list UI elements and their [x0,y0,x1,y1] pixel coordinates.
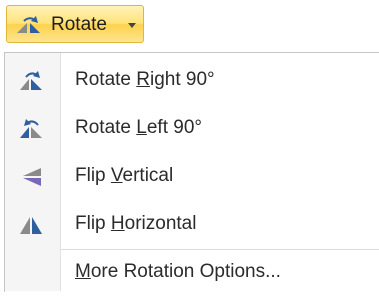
menu-item-label: More Rotation Options... [75,261,281,282]
menu-item-more-rotation-options[interactable]: More Rotation Options... [5,253,379,301]
flip-horizontal-icon [20,217,42,234]
menu-item-label: Rotate Left 90° [75,117,202,138]
chevron-down-icon [128,23,136,28]
rotate-button-label: Rotate [51,14,107,35]
rotate-dropdown-button[interactable]: Rotate [6,5,144,43]
menu-separator [61,249,379,250]
toolbar: Rotate [0,0,379,52]
menu-item-flip-horizontal[interactable]: Flip Horizontal [5,201,379,249]
menu-item-rotate-right[interactable]: Rotate Right 90° [5,57,379,105]
flip-vertical-icon [23,168,41,186]
menu-item-rotate-left[interactable]: Rotate Left 90° [5,105,379,153]
rotate-right-icon [20,71,42,90]
menu-item-label: Flip Vertical [75,165,174,186]
rotate-menu: Rotate Right 90° Rotate Left 90° Flip Ve… [4,52,379,292]
menu-item-label: Flip Horizontal [75,213,197,234]
menu-item-label: Rotate Right 90° [75,69,215,90]
rotate-icon [17,16,40,33]
rotate-left-icon [20,119,42,138]
menu-item-flip-vertical[interactable]: Flip Vertical [5,153,379,201]
